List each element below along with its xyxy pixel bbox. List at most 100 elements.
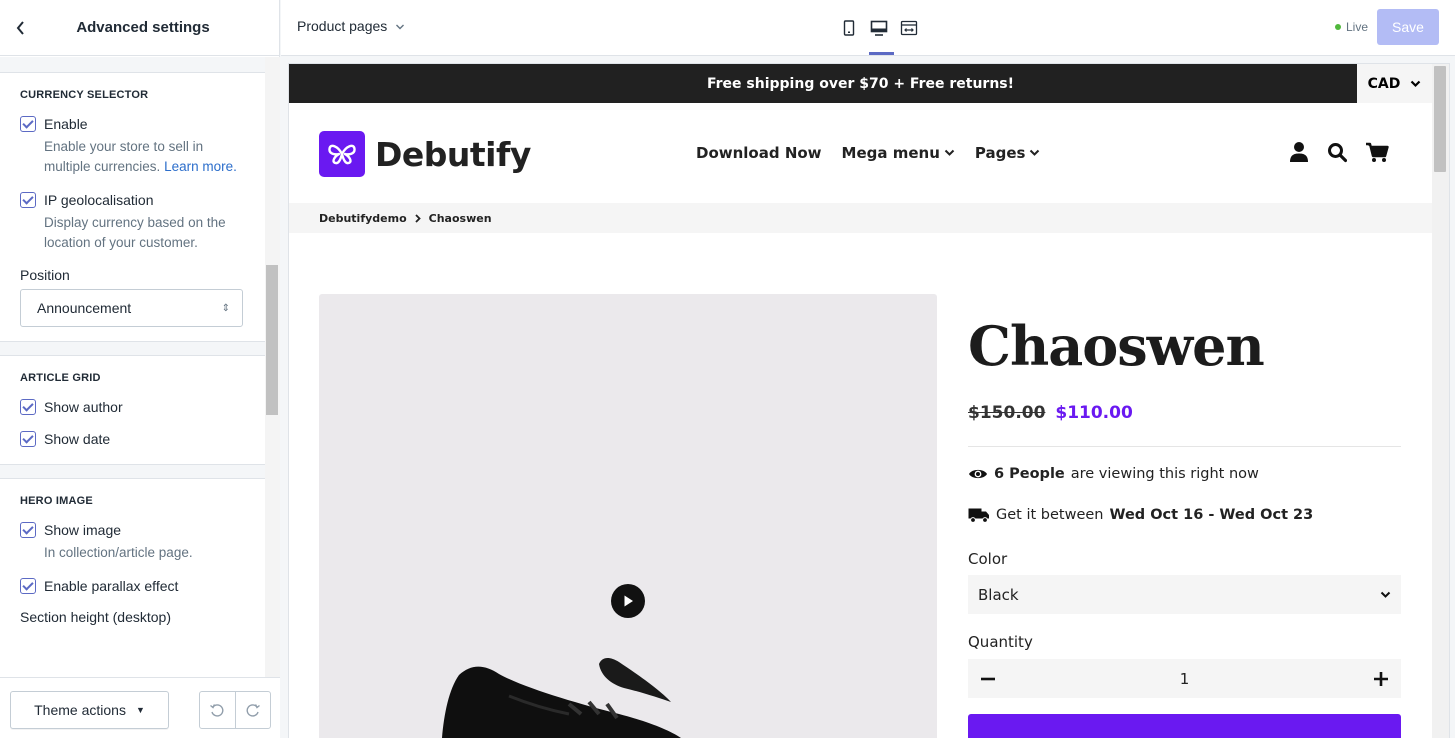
show-image-option[interactable]: Show image In collection/article page. <box>20 521 245 563</box>
chevron-down-icon <box>1030 149 1040 156</box>
ip-geolocalisation-option[interactable]: IP geolocalisation Display currency base… <box>20 191 245 253</box>
section-heading: ARTICLE GRID <box>20 372 101 384</box>
product-price: $150.00 $110.00 <box>968 403 1133 423</box>
theme-actions-button[interactable]: Theme actions ▼ <box>10 691 169 729</box>
undo-button[interactable] <box>200 692 235 728</box>
account-icon[interactable] <box>1289 141 1309 163</box>
enable-help: Enable your store to sell in multiple cu… <box>44 137 245 177</box>
save-button[interactable]: Save <box>1377 9 1439 45</box>
ip-geolocalisation-checkbox[interactable] <box>20 192 36 208</box>
caret-down-icon: ▼ <box>135 705 145 715</box>
fullwidth-view-button[interactable] <box>894 12 924 44</box>
section-heading: CURRENCY SELECTOR <box>20 89 149 101</box>
section-gap <box>0 465 265 479</box>
currency-selector-section: CURRENCY SELECTOR Enable Enable your sto… <box>0 73 265 342</box>
mobile-icon <box>843 20 855 36</box>
cart-icon[interactable] <box>1365 141 1389 163</box>
shipping-truck-icon <box>968 508 989 523</box>
fullscreen-icon <box>900 20 918 36</box>
show-date-label: Show date <box>44 431 111 447</box>
device-toggle <box>834 12 924 55</box>
parallax-option[interactable]: Enable parallax effect <box>20 577 245 595</box>
parallax-label: Enable parallax effect <box>44 578 179 594</box>
undo-redo-group <box>199 691 271 729</box>
chevron-down-icon <box>1411 80 1421 87</box>
nav-item-download-now[interactable]: Download Now <box>696 144 822 162</box>
undo-icon <box>210 704 224 717</box>
main-navigation: Download Now Mega menu Pages <box>696 144 1040 162</box>
preview-scrollbar-thumb[interactable] <box>1434 66 1446 172</box>
redo-button[interactable] <box>234 692 270 728</box>
hero-image-section: HERO IMAGE Show image In collection/arti… <box>0 479 265 645</box>
quantity-value[interactable]: 1 <box>1180 670 1190 688</box>
currency-value: CAD <box>1367 75 1401 92</box>
nav-item-pages[interactable]: Pages <box>975 144 1041 162</box>
nav-label: Pages <box>974 144 1026 162</box>
store-logo[interactable]: Debutify <box>319 131 531 177</box>
enable-checkbox[interactable] <box>20 116 36 132</box>
parallax-checkbox[interactable] <box>20 578 36 594</box>
learn-more-link[interactable]: Learn more. <box>164 159 237 174</box>
sidebar-title: Advanced settings <box>76 19 210 36</box>
section-heading: HERO IMAGE <box>20 495 93 507</box>
viewers-text: are viewing this right now <box>1070 466 1259 482</box>
page-selector-dropdown[interactable]: Product pages <box>297 18 405 34</box>
delivery-range: Wed Oct 16 - Wed Oct 23 <box>1109 507 1314 523</box>
viewers-count: 6 People <box>994 466 1065 482</box>
minus-icon[interactable] <box>978 669 998 689</box>
position-label: Position <box>20 267 70 283</box>
chevron-down-icon <box>944 149 955 156</box>
color-label: Color <box>968 550 1008 568</box>
quantity-label: Quantity <box>968 633 1033 651</box>
sidebar-header: Advanced settings <box>0 0 280 56</box>
nav-item-mega-menu[interactable]: Mega menu <box>842 144 955 162</box>
position-select[interactable]: Announcement ⇕ <box>20 289 243 327</box>
show-date-option[interactable]: Show date <box>20 430 245 448</box>
live-status: Live <box>1335 20 1368 34</box>
logo-text: Debutify <box>375 134 531 174</box>
compare-at-price: $150.00 <box>968 403 1046 423</box>
section-height-label: Section height (desktop) <box>20 609 171 625</box>
color-select[interactable]: Black <box>968 575 1401 614</box>
color-select-value: Black <box>978 585 1019 604</box>
position-select-value: Announcement <box>37 300 132 316</box>
divider <box>968 446 1401 447</box>
page-selector-label: Product pages <box>297 18 388 34</box>
section-gap <box>0 342 265 356</box>
desktop-view-button[interactable] <box>864 12 894 55</box>
search-icon[interactable] <box>1327 141 1347 163</box>
sidebar-scrollbar-thumb[interactable] <box>266 265 278 415</box>
butterfly-logo-icon <box>319 131 365 177</box>
redo-icon <box>246 704 260 717</box>
store-preview-frame[interactable]: Free shipping over $70 + Free returns! C… <box>289 64 1449 738</box>
currency-selector[interactable]: CAD <box>1357 64 1432 103</box>
nav-label: Download Now <box>696 144 822 162</box>
mobile-view-button[interactable] <box>834 12 864 44</box>
live-status-label: Live <box>1346 20 1369 34</box>
back-button[interactable] <box>0 0 42 56</box>
settings-scroll-area[interactable]: CURRENCY SELECTOR Enable Enable your sto… <box>0 57 265 677</box>
sidebar-footer: Theme actions ▼ <box>0 677 280 738</box>
product-title: Chaoswen <box>968 314 1265 378</box>
show-author-checkbox[interactable] <box>20 399 36 415</box>
announcement-text: Free shipping over $70 + Free returns! <box>706 75 1015 92</box>
section-gap <box>0 57 265 73</box>
enable-currency-option[interactable]: Enable Enable your store to sell in mult… <box>20 115 245 177</box>
show-date-checkbox[interactable] <box>20 431 36 447</box>
show-image-help: In collection/article page. <box>44 545 193 560</box>
delivery-estimate: Get it between Wed Oct 16 - Wed Oct 23 <box>968 507 1313 523</box>
chevron-down-icon <box>396 24 405 30</box>
ip-geolocalisation-label: IP geolocalisation <box>44 192 154 208</box>
sale-price: $110.00 <box>1055 403 1133 423</box>
breadcrumb: Debutifydemo Chaoswen <box>289 203 1432 233</box>
show-author-label: Show author <box>44 399 123 415</box>
plus-icon[interactable] <box>1371 669 1391 689</box>
show-image-checkbox[interactable] <box>20 522 36 538</box>
show-author-option[interactable]: Show author <box>20 398 245 416</box>
live-status-dot <box>1335 24 1341 30</box>
show-image-label: Show image <box>44 522 122 538</box>
eye-icon <box>969 469 987 479</box>
breadcrumb-home-link[interactable]: Debutifydemo <box>319 212 407 225</box>
product-media[interactable] <box>319 294 937 738</box>
add-to-cart-button[interactable] <box>968 714 1401 738</box>
